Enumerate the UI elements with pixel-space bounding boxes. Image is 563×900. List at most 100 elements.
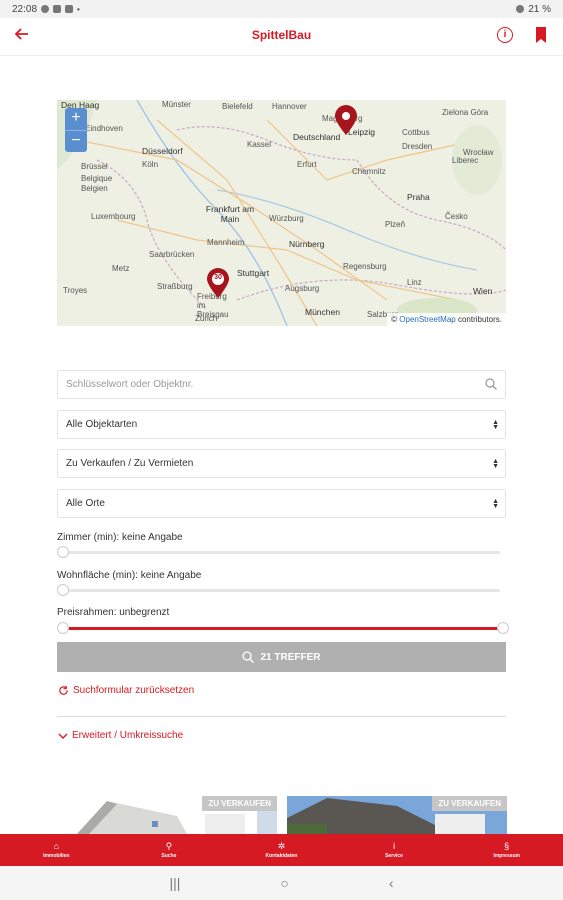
app-bar: SpittelBau i (0, 18, 563, 56)
area-slider-label: Wohnfläche (min): keine Angabe (57, 570, 202, 581)
listing-card[interactable]: ZU VERKAUFEN (57, 796, 277, 834)
nav-item-impressum[interactable]: § Impressum (450, 834, 563, 866)
listing-status-badge: ZU VERKAUFEN (432, 796, 507, 811)
location-value: Alle Orte (66, 498, 105, 509)
clock: 22:08 (12, 3, 38, 15)
map-label: Regensburg (343, 262, 387, 271)
select-arrows-icon: ▲ ▼ (492, 458, 499, 470)
search-placeholder: Schlüsselwort oder Objektnr. (66, 379, 194, 390)
price-slider-min-handle[interactable] (57, 622, 69, 634)
zoom-control: + − (65, 108, 87, 152)
search-icon (242, 651, 255, 663)
image-icon (53, 5, 62, 13)
map-label: Zielona Góra (442, 108, 489, 117)
select-arrows-icon: ▲ ▼ (492, 498, 499, 510)
sale-rent-select[interactable]: Zu Verkaufen / Zu Vermieten ▲ ▼ (57, 449, 506, 478)
map-label: Chemnitz (352, 167, 386, 176)
home-button-icon[interactable]: ○ (280, 875, 288, 891)
nav-label: Kontaktdaten (265, 853, 298, 859)
map-label: Stuttgart (237, 268, 270, 278)
map-label: Straßburg (157, 282, 193, 291)
select-arrows-icon: ▲ ▼ (492, 419, 499, 431)
osm-link[interactable]: OpenStreetMap (399, 315, 455, 324)
map-label: Praha (407, 192, 430, 202)
map-label: München (305, 307, 340, 317)
search-icon (485, 378, 497, 390)
rooms-slider-handle[interactable] (57, 546, 69, 558)
reset-search-link[interactable]: Suchformular zurücksetzen (58, 685, 194, 696)
map-label: Erfurt (297, 160, 317, 169)
price-slider-track[interactable] (62, 627, 500, 630)
nav-item-service[interactable]: i Service (338, 834, 451, 866)
search-icon: ⚲ (165, 841, 173, 851)
map-label: Cottbus (402, 128, 430, 137)
listing-status-badge: ZU VERKAUFEN (202, 796, 277, 811)
map-label: Düsseldorf (142, 146, 183, 156)
system-navigation-bar: ||| ○ ‹ (0, 866, 563, 900)
map-label: Luxembourg (91, 212, 136, 221)
legal-icon: § (504, 841, 510, 851)
search-input[interactable]: Schlüsselwort oder Objektnr. (57, 370, 506, 399)
sale-rent-value: Zu Verkaufen / Zu Vermieten (66, 458, 194, 469)
area-slider-track[interactable] (62, 589, 500, 592)
map-label: Zürich (195, 314, 218, 323)
map-label: Mannheim (207, 238, 245, 247)
area-slider-handle[interactable] (57, 584, 69, 596)
show-results-button[interactable]: 21 TREFFER (57, 642, 506, 672)
wifi-icon (516, 5, 525, 13)
map-label: Dresden (402, 142, 433, 151)
nav-item-immobilien[interactable]: ⌂ Immobilien (0, 834, 113, 866)
listing-card[interactable]: ZU VERKAUFEN (287, 796, 507, 834)
object-type-value: Alle Objektarten (66, 419, 138, 430)
nav-item-suche[interactable]: ⚲ Suche (113, 834, 226, 866)
map-label: Saarbrücken (149, 250, 195, 259)
app-title: SpittelBau (251, 28, 312, 42)
recent-apps-icon[interactable]: ||| (169, 875, 180, 891)
nav-label: Service (385, 853, 403, 859)
extended-search-label: Erweitert / Umkreissuche (72, 730, 184, 741)
home-icon: ⌂ (53, 841, 60, 851)
map-label: Linz (407, 278, 422, 287)
map-label: Česko (445, 212, 468, 221)
rooms-slider-track[interactable] (62, 551, 500, 554)
map-label: Münster (162, 100, 191, 109)
zoom-out-button[interactable]: − (65, 130, 87, 152)
nav-label: Suche (161, 853, 177, 859)
map-label: Belgique (81, 174, 113, 183)
rooms-slider-label: Zimmer (min): keine Angabe (57, 532, 183, 543)
reset-search-label: Suchformular zurücksetzen (73, 685, 195, 696)
battery-level: 21 % (528, 3, 551, 15)
map-label: Belgien (81, 184, 108, 193)
map[interactable]: Den Haag Münster Bielefeld Hannover Magd… (57, 100, 506, 326)
status-bar: 22:08 • 21 % (0, 0, 563, 18)
map-label: Plzeň (385, 220, 406, 229)
zoom-in-button[interactable]: + (65, 108, 87, 130)
extended-search-toggle[interactable]: Erweitert / Umkreissuche (58, 730, 183, 741)
map-label: Bielefeld (222, 102, 253, 111)
bookmark-icon[interactable] (535, 27, 547, 43)
location-select[interactable]: Alle Orte ▲ ▼ (57, 489, 506, 518)
dot-icon: • (77, 4, 80, 14)
youtube-icon (65, 5, 74, 13)
map-label: Kassel (247, 140, 272, 149)
back-icon[interactable]: ‹ (389, 875, 394, 891)
pin-count: 30 (214, 274, 222, 281)
map-label: Troyes (63, 286, 88, 295)
nav-label: Immobilien (43, 853, 70, 859)
object-type-select[interactable]: Alle Objektarten ▲ ▼ (57, 410, 506, 439)
map-label: Köln (142, 160, 159, 169)
bottom-navigation: ⌂ Immobilien ⚲ Suche ✲ Kontaktdaten i Se… (0, 834, 563, 866)
divider (57, 716, 506, 717)
map-label: Augsburg (285, 284, 320, 293)
chevron-down-icon (58, 733, 68, 739)
refresh-icon (59, 685, 68, 695)
map-attribution: © OpenStreetMap contributors. (387, 313, 506, 326)
map-label: Deutschland (293, 132, 341, 142)
price-slider-label: Preisrahmen: unbegrenzt (57, 607, 170, 618)
info-icon[interactable]: i (497, 27, 513, 43)
price-slider-max-handle[interactable] (497, 622, 509, 634)
contact-icon: ✲ (277, 841, 286, 851)
map-label: Würzburg (269, 214, 304, 223)
map-label: Frankfurt am Main (205, 204, 255, 224)
nav-item-kontaktdaten[interactable]: ✲ Kontaktdaten (225, 834, 338, 866)
